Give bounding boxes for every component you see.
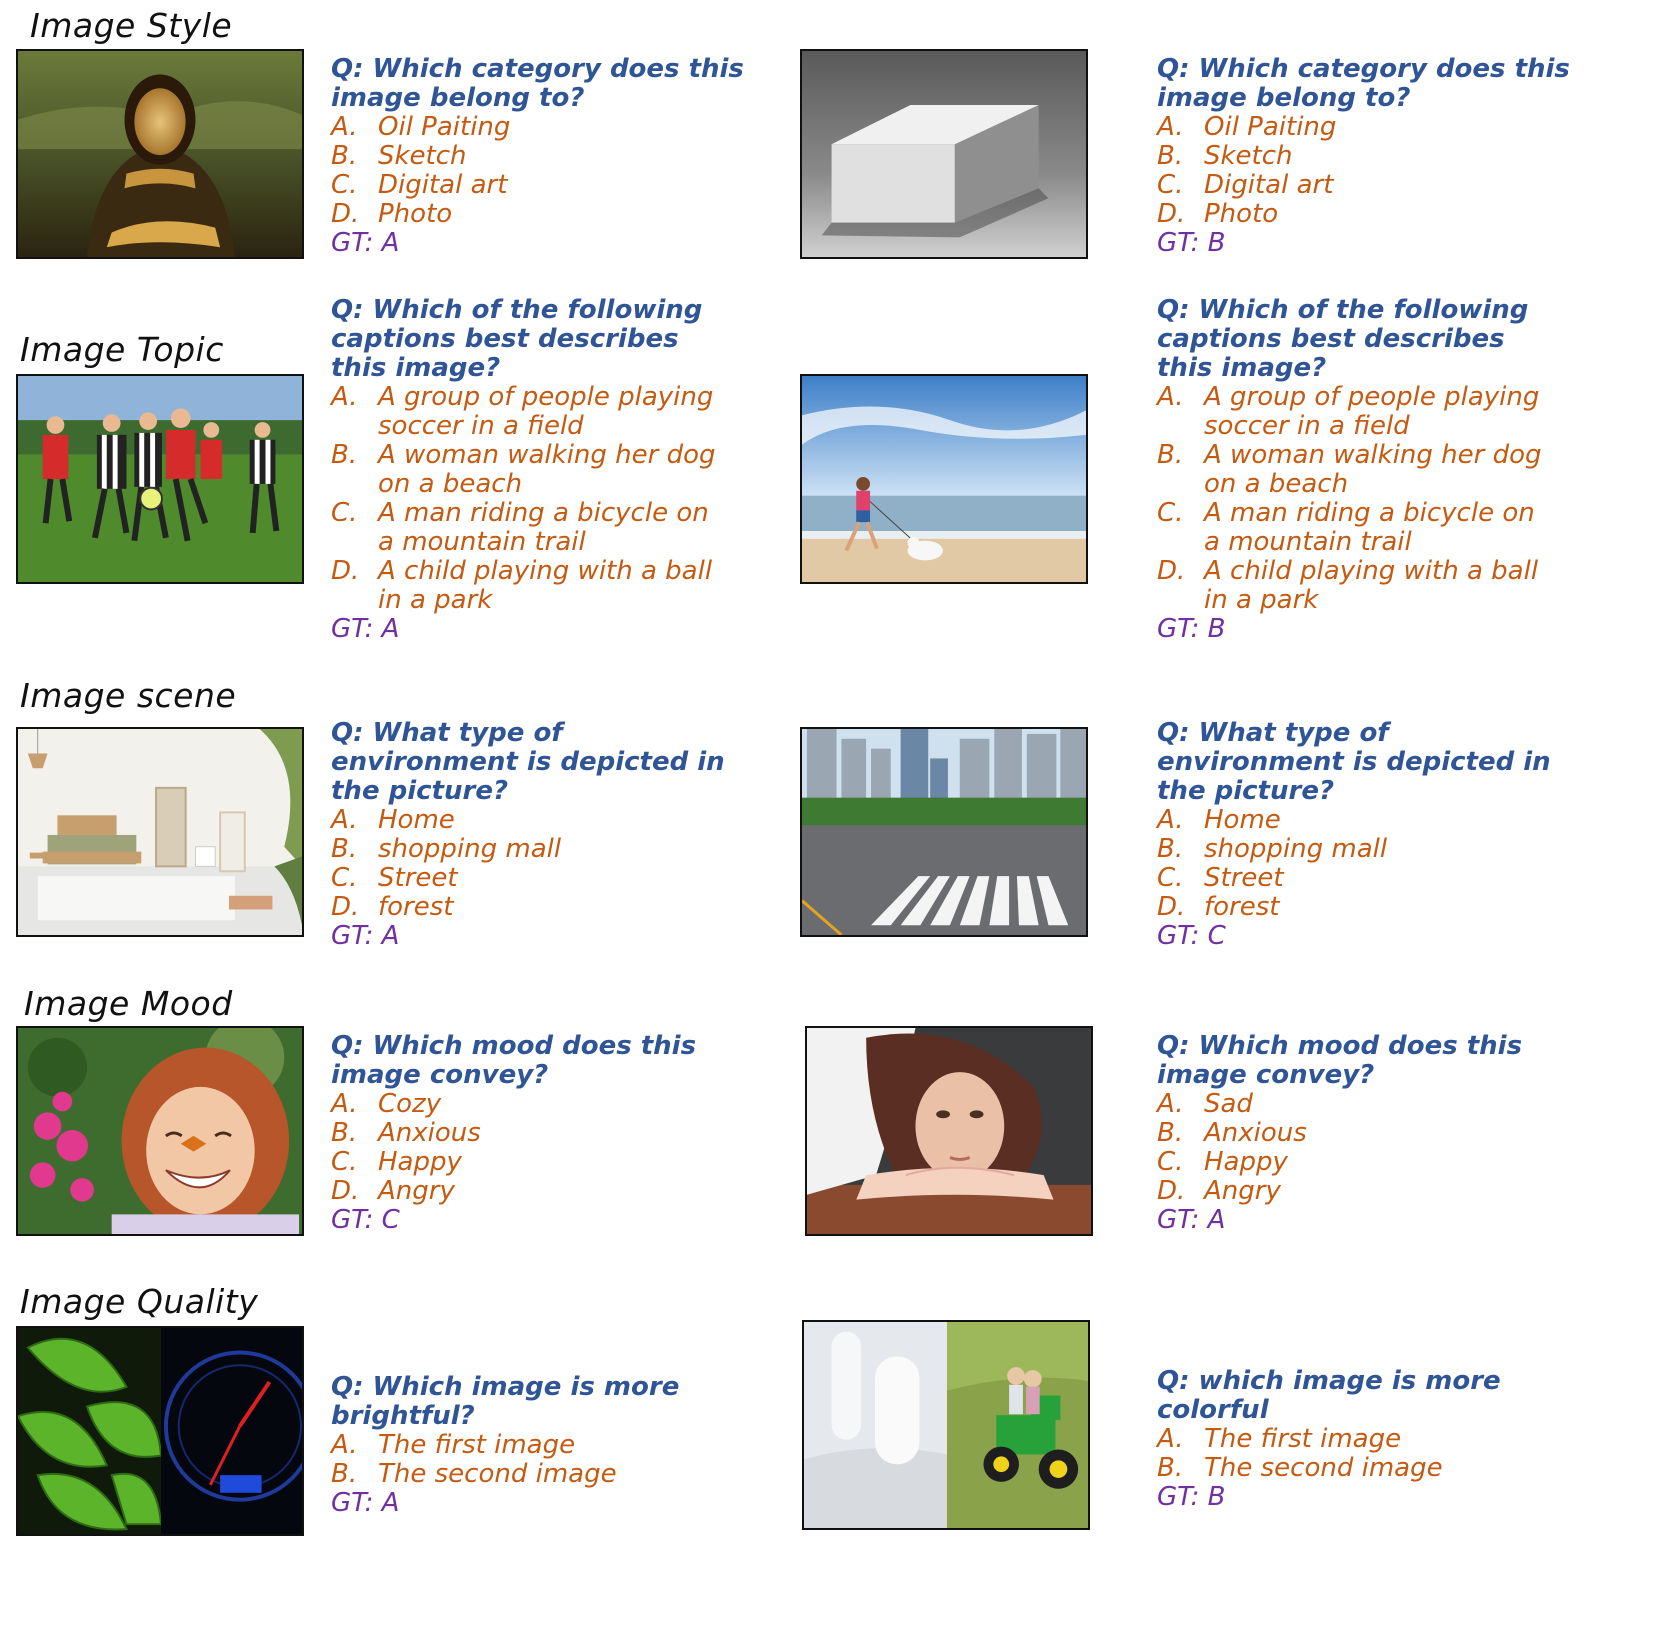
- option-a: A. Cozy: [331, 1089, 442, 1119]
- option-c: C. Digital art: [331, 170, 508, 200]
- option-a: A. Home: [1157, 805, 1281, 835]
- option-a: A. The first image: [331, 1430, 576, 1460]
- qa-mood-right: Q: Which mood does this image convey? A.…: [1157, 1032, 1577, 1235]
- option-d: D. A child playing with a ball in a park: [1157, 556, 1539, 615]
- option-a: A. A group of people playing soccer in a …: [1157, 382, 1540, 441]
- option-d: D. Photo: [331, 199, 453, 229]
- option-a: A. Home: [331, 805, 455, 835]
- question-text: Q: which image is more colorful: [1157, 1366, 1501, 1425]
- ground-truth: GT: C: [331, 1205, 400, 1235]
- qa-mood-left: Q: Which mood does this image convey? A.…: [331, 1032, 751, 1235]
- question-text: Q: Which mood does this image convey?: [1157, 1031, 1523, 1090]
- option-d: D. forest: [1157, 892, 1280, 922]
- option-d: D. forest: [331, 892, 454, 922]
- beach-image: [800, 374, 1088, 584]
- option-d: D. Angry: [1157, 1176, 1281, 1206]
- street-image: [800, 727, 1088, 937]
- sad-woman-image: [805, 1026, 1093, 1236]
- option-a: A. Oil Paiting: [331, 112, 511, 142]
- ground-truth: GT: A: [331, 921, 400, 951]
- option-a: A. Oil Paiting: [1157, 112, 1337, 142]
- option-c: C. A man riding a bicycle on a mountain t…: [331, 498, 709, 557]
- sketch-image: [800, 49, 1088, 259]
- option-a: A. Sad: [1157, 1089, 1253, 1119]
- option-b: B. A woman walking her dog on a beach: [331, 440, 716, 499]
- option-b: B. The second image: [331, 1459, 617, 1489]
- option-b: B. Sketch: [1157, 141, 1293, 171]
- soccer-image: [16, 374, 304, 584]
- ground-truth: GT: A: [331, 1488, 400, 1518]
- question-text: Q: Which mood does this image convey?: [331, 1031, 697, 1090]
- ground-truth: GT: B: [1157, 228, 1226, 258]
- category-image-topic: Image Topic: [20, 330, 224, 369]
- option-c: C. Street: [331, 863, 458, 893]
- ground-truth: GT: A: [331, 614, 400, 644]
- question-text: Q: What type of environment is depicted …: [331, 718, 725, 806]
- option-c: C. Happy: [331, 1147, 462, 1177]
- qa-scene-right: Q: What type of environment is depicted …: [1157, 719, 1557, 951]
- ground-truth: GT: B: [1157, 614, 1226, 644]
- option-d: D. Photo: [1157, 199, 1279, 229]
- ground-truth: GT: A: [1157, 1205, 1226, 1235]
- ground-truth: GT: B: [1157, 1482, 1226, 1512]
- qa-style-left: Q: Which category does this image belong…: [331, 55, 751, 258]
- option-b: B. shopping mall: [1157, 834, 1388, 864]
- qa-scene-left: Q: What type of environment is depicted …: [331, 719, 731, 951]
- option-a: A. The first image: [1157, 1424, 1402, 1454]
- question-text: Q: Which of the following captions best …: [1157, 295, 1529, 383]
- option-b: B. shopping mall: [331, 834, 562, 864]
- qa-quality-left: Q: Which image is more brightful? A. The …: [331, 1373, 751, 1518]
- ground-truth: GT: A: [331, 228, 400, 258]
- oil-painting-image: [16, 49, 304, 259]
- question-text: Q: Which image is more brightful?: [331, 1372, 680, 1431]
- qa-topic-left: Q: Which of the following captions best …: [331, 296, 731, 644]
- ground-truth: GT: C: [1157, 921, 1226, 951]
- happy-girl-image: [16, 1026, 304, 1236]
- option-d: D. A child playing with a ball in a park: [331, 556, 713, 615]
- option-d: D. Angry: [331, 1176, 455, 1206]
- option-a: A. A group of people playing soccer in a …: [331, 382, 714, 441]
- qa-quality-right: Q: which image is more colorful A. The fi…: [1157, 1367, 1577, 1512]
- option-b: B. Anxious: [1157, 1118, 1307, 1148]
- category-image-quality: Image Quality: [20, 1282, 259, 1321]
- stones-tractor-image: [802, 1320, 1090, 1530]
- option-c: C. Happy: [1157, 1147, 1288, 1177]
- option-c: C. Street: [1157, 863, 1284, 893]
- category-image-style: Image Style: [30, 6, 233, 45]
- question-text: Q: Which category does this image belong…: [331, 54, 744, 113]
- question-text: Q: What type of environment is depicted …: [1157, 718, 1551, 806]
- category-image-scene: Image scene: [20, 676, 237, 715]
- qa-style-right: Q: Which category does this image belong…: [1157, 55, 1577, 258]
- option-b: B. The second image: [1157, 1453, 1443, 1483]
- option-b: B. A woman walking her dog on a beach: [1157, 440, 1542, 499]
- option-c: C. Digital art: [1157, 170, 1334, 200]
- option-b: B. Sketch: [331, 141, 467, 171]
- living-room-image: [16, 727, 304, 937]
- option-b: B. Anxious: [331, 1118, 481, 1148]
- qa-topic-right: Q: Which of the following captions best …: [1157, 296, 1557, 644]
- question-text: Q: Which category does this image belong…: [1157, 54, 1570, 113]
- leaves-speedometer-image: [16, 1326, 304, 1536]
- question-text: Q: Which of the following captions best …: [331, 295, 703, 383]
- category-image-mood: Image Mood: [24, 984, 233, 1023]
- option-c: C. A man riding a bicycle on a mountain t…: [1157, 498, 1535, 557]
